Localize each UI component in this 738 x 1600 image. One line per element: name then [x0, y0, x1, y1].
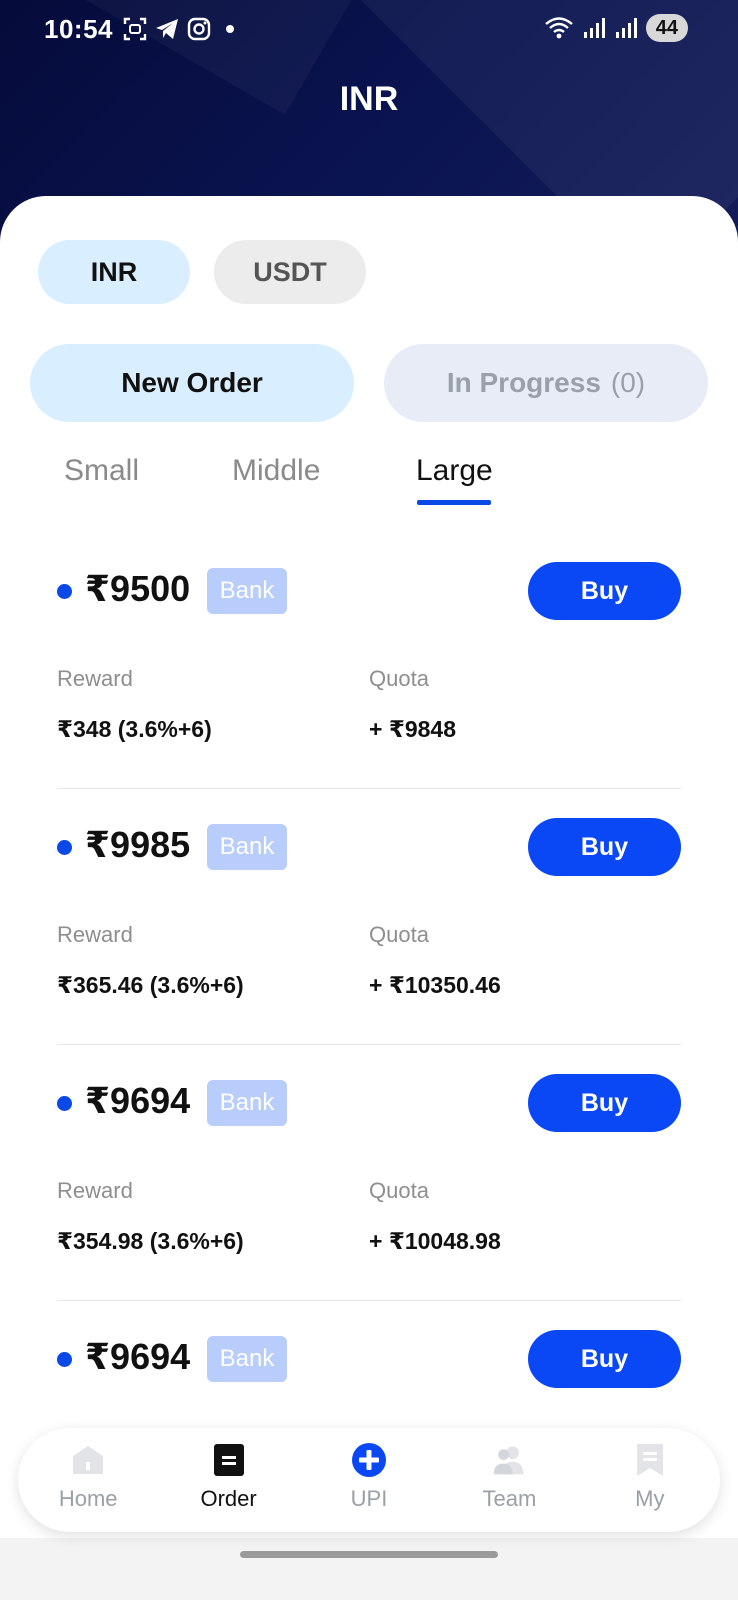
active-tab-indicator [417, 500, 491, 505]
status-dot [57, 584, 72, 599]
currency-tabs: INR USDT [38, 240, 366, 304]
nav-my[interactable]: My [580, 1428, 720, 1532]
nav-order[interactable]: Order [158, 1428, 298, 1532]
divider [57, 1300, 681, 1301]
order-amount: ₹9985 [85, 824, 191, 865]
order-amount: ₹9694 [85, 1336, 191, 1377]
signal-icon [615, 18, 637, 38]
tab-small[interactable]: Small [64, 454, 139, 488]
reward-label: Reward [57, 922, 133, 947]
quota-label: Quota [369, 922, 429, 947]
bottom-nav: Home Order UPI Team My [18, 1428, 720, 1532]
payment-method-badge: Bank [207, 1080, 287, 1126]
buy-button[interactable]: Buy [528, 1074, 681, 1132]
order-item: ₹9694 Bank Buy Reward Quota ₹354.98 (3.6… [57, 1074, 681, 1330]
nav-label-my: My [635, 1486, 665, 1511]
in-progress-label: In Progress [446, 367, 601, 398]
battery-indicator: 44 [645, 14, 688, 42]
reward-value: ₹365.46 (3.6%+6) [57, 972, 244, 998]
home-icon [70, 1442, 106, 1478]
screenshot-icon [123, 17, 147, 41]
status-time: 10:54 [44, 14, 113, 44]
order-item: ₹9500 Bank Buy Reward Quota ₹348 (3.6%+6… [57, 562, 681, 818]
status-dot [57, 1352, 72, 1367]
system-nav-area [0, 1538, 738, 1600]
order-item: ₹9985 Bank Buy Reward Quota ₹365.46 (3.6… [57, 818, 681, 1074]
status-bar: 10:54 44 [0, 0, 738, 56]
order-amount: ₹9694 [85, 1080, 191, 1121]
quota-value: + ₹10048.98 [369, 1228, 501, 1254]
bookmark-icon [632, 1442, 668, 1478]
nav-label-upi: UPI [350, 1486, 388, 1511]
nav-label-team: Team [482, 1486, 537, 1511]
instagram-icon [187, 17, 211, 41]
status-dot [57, 840, 72, 855]
status-dot [57, 1096, 72, 1111]
nav-label-order: Order [200, 1486, 257, 1511]
main-card: INR USDT New Order In Progress (0) Small… [0, 196, 738, 1600]
team-icon [491, 1442, 527, 1478]
signal-icon [583, 18, 605, 38]
quota-label: Quota [369, 666, 429, 691]
order-tabs: New Order In Progress (0) [30, 344, 708, 422]
quota-value: + ₹9848 [369, 716, 456, 742]
reward-value: ₹354.98 (3.6%+6) [57, 1228, 244, 1254]
size-tabs: Small Middle Large [0, 454, 738, 524]
tab-new-order[interactable]: New Order [30, 344, 354, 422]
payment-method-badge: Bank [207, 824, 287, 870]
reward-value: ₹348 (3.6%+6) [57, 716, 212, 742]
telegram-icon [156, 19, 178, 39]
reward-label: Reward [57, 666, 133, 691]
tab-large[interactable]: Large [416, 454, 493, 488]
quota-label: Quota [369, 1178, 429, 1203]
dot-icon [226, 25, 234, 33]
home-indicator[interactable] [240, 1551, 498, 1558]
tab-usdt[interactable]: USDT [214, 240, 366, 304]
payment-method-badge: Bank [207, 568, 287, 614]
buy-button[interactable]: Buy [528, 818, 681, 876]
nav-label-home: Home [58, 1486, 118, 1511]
nav-home[interactable]: Home [18, 1428, 158, 1532]
tab-in-progress[interactable]: In Progress (0) [384, 344, 708, 422]
payment-method-badge: Bank [207, 1336, 287, 1382]
plus-circle-icon [351, 1442, 387, 1478]
in-progress-count: (0) [610, 367, 646, 398]
divider [57, 1044, 681, 1045]
buy-button[interactable]: Buy [528, 1330, 681, 1388]
nav-team[interactable]: Team [439, 1428, 579, 1532]
reward-label: Reward [57, 1178, 133, 1203]
wifi-icon [544, 17, 573, 39]
nav-upi[interactable]: UPI [299, 1428, 439, 1532]
page-title: INR [339, 80, 399, 118]
tab-middle[interactable]: Middle [232, 454, 320, 488]
buy-button[interactable]: Buy [528, 562, 681, 620]
order-amount: ₹9500 [85, 568, 191, 609]
order-icon [211, 1442, 247, 1478]
divider [57, 788, 681, 789]
order-item: ₹9694 Bank Buy [57, 1330, 681, 1400]
tab-inr[interactable]: INR [38, 240, 190, 304]
quota-value: + ₹10350.46 [369, 972, 501, 998]
